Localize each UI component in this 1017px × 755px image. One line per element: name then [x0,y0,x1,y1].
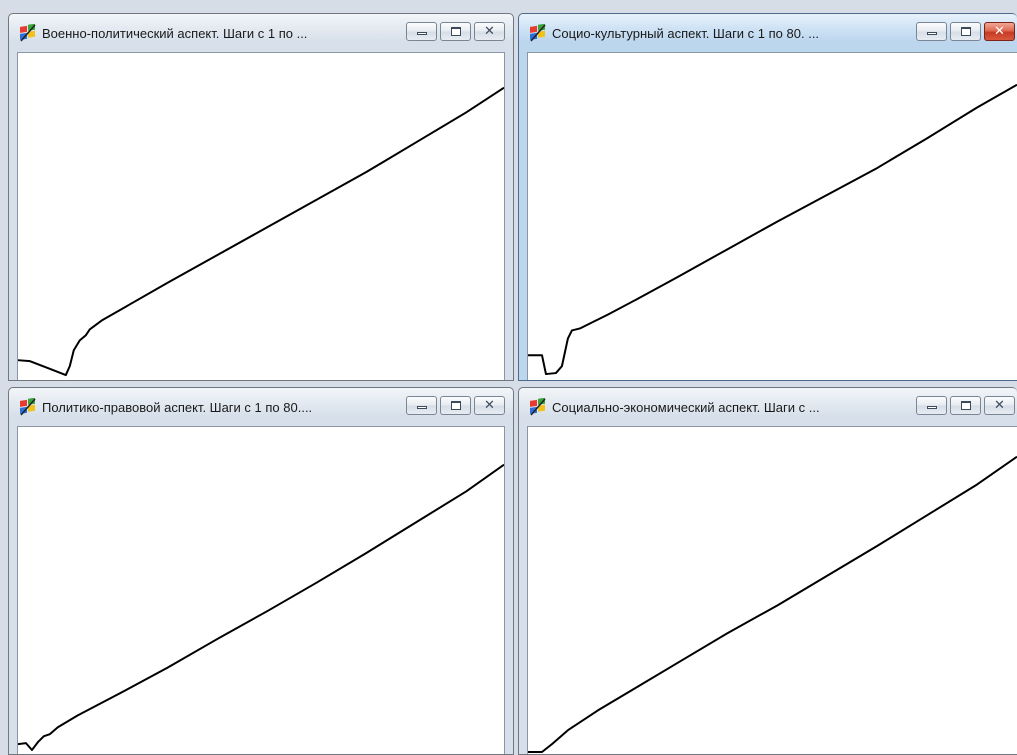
close-button[interactable]: ✕ [984,396,1015,415]
windows-app-icon [20,398,36,416]
minimize-button[interactable] [406,396,437,415]
window-title: Социо-культурный аспект. Шаги с 1 по 80.… [552,26,820,41]
maximize-button[interactable] [950,396,981,415]
plot-line [528,83,1017,376]
maximize-icon [961,27,971,36]
plot-line-chart [528,455,1017,754]
window-socio-economic[interactable]: Социально-экономический аспект. Шаги с .… [518,387,1017,755]
close-icon: ✕ [994,24,1005,39]
plot-line [18,463,504,752]
window-titlebar[interactable]: Политико-правовой аспект. Шаги с 1 по 80… [9,388,513,426]
plot-line-chart [18,86,504,377]
plot-area [527,52,1017,380]
minimize-icon [417,32,427,35]
close-button[interactable]: ✕ [474,396,505,415]
window-title: Политико-правовой аспект. Шаги с 1 по 80… [42,400,313,415]
minimize-icon [927,32,937,35]
windows-app-icon [530,24,546,42]
windows-app-icon [530,398,546,416]
plot-area [527,426,1017,754]
minimize-button[interactable] [406,22,437,41]
window-titlebar[interactable]: Военно-политический аспект. Шаги с 1 по … [9,14,513,52]
maximize-button[interactable] [950,22,981,41]
plot-line [18,86,504,377]
minimize-button[interactable] [916,22,947,41]
close-icon: ✕ [484,398,495,413]
plot-area [17,426,505,754]
window-military-political[interactable]: Военно-политический аспект. Шаги с 1 по … [8,13,514,381]
close-icon: ✕ [484,24,495,39]
plot-line-chart [18,463,504,752]
plot-area [17,52,505,380]
close-icon: ✕ [994,398,1005,413]
maximize-button[interactable] [440,22,471,41]
window-political-legal[interactable]: Политико-правовой аспект. Шаги с 1 по 80… [8,387,514,755]
window-titlebar[interactable]: Социально-экономический аспект. Шаги с .… [519,388,1017,426]
plot-line [528,455,1017,754]
window-titlebar[interactable]: Социо-культурный аспект. Шаги с 1 по 80.… [519,14,1017,52]
maximize-button[interactable] [440,396,471,415]
minimize-icon [927,406,937,409]
plot-line-chart [528,83,1017,376]
window-title: Социально-экономический аспект. Шаги с .… [552,400,820,415]
maximize-icon [451,27,461,36]
maximize-icon [961,401,971,410]
window-title: Военно-политический аспект. Шаги с 1 по … [42,26,308,41]
close-button[interactable]: ✕ [474,22,505,41]
maximize-icon [451,401,461,410]
minimize-icon [417,406,427,409]
windows-app-icon [20,24,36,42]
close-button[interactable]: ✕ [984,22,1015,41]
window-socio-cultural[interactable]: Социо-культурный аспект. Шаги с 1 по 80.… [518,13,1017,381]
minimize-button[interactable] [916,396,947,415]
